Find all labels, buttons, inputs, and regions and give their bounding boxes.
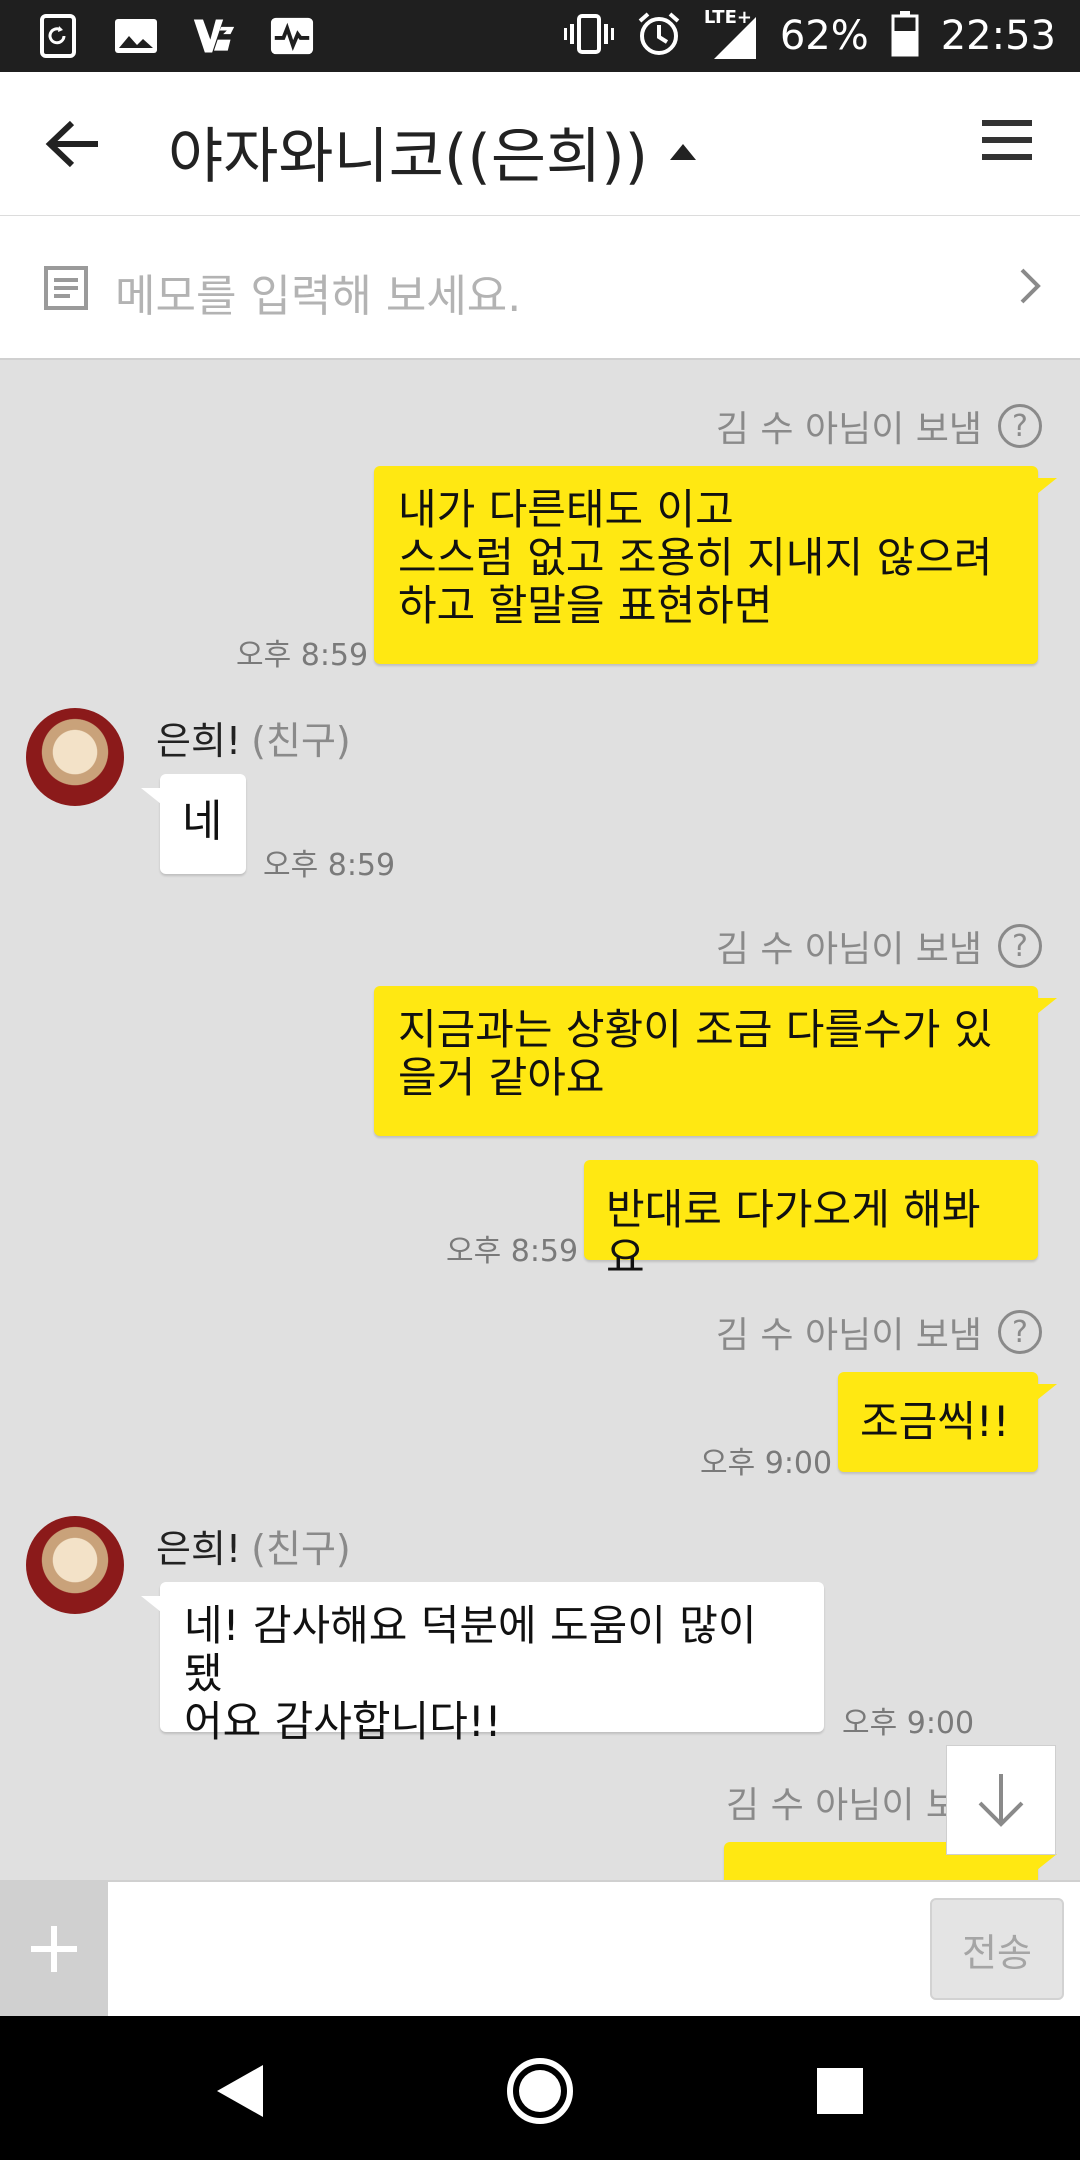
navigation-bar <box>0 2016 1080 2160</box>
chat-header: 야자와니코((은희)) <box>0 72 1080 216</box>
menu-button[interactable] <box>980 116 1040 172</box>
alarm-icon <box>636 11 682 61</box>
help-icon[interactable]: ? <box>998 1310 1042 1354</box>
message-time: 오후 9:00 <box>842 1706 975 1741</box>
status-bar: LTE+ 62% 22:53 <box>0 0 1080 72</box>
friend-avatar[interactable] <box>26 708 124 806</box>
home-circle-icon <box>507 2058 573 2124</box>
sent-message[interactable]: 지금과는 상황이 조금 다를수가 있 을거 같아요 <box>374 986 1038 1136</box>
activity-icon <box>270 14 314 58</box>
message-time: 오후 8:59 <box>446 1234 579 1269</box>
chat-title: 야자와니코((은희)) <box>168 122 649 192</box>
sender-label: 김 수 아님이 보냄 <box>715 409 982 450</box>
friend-name-line: 은희! (친구) <box>156 1518 351 1573</box>
sender-label: 김 수 아님이 보 <box>726 1785 960 1826</box>
message-time: 오후 9:00 <box>700 1446 833 1481</box>
message-input-bar: 전송 <box>0 1880 1080 2016</box>
refresh-app-icon <box>36 14 80 58</box>
back-arrow-icon <box>45 120 98 168</box>
received-message[interactable]: 네! 감사해요 덕분에 도움이 많이 됐 어요 감사합니다!! <box>160 1582 824 1746</box>
chat-area[interactable]: 김 수 아님이 보냄 ? 오후 8:59 내가 다른태도 이고 스스럼 없고 조… <box>0 360 1080 1880</box>
signal-icon: LTE+ <box>704 7 758 61</box>
chevron-right-icon <box>1018 266 1044 310</box>
sent-by-line: 김 수 아님이 보 <box>726 1776 959 1828</box>
square-recents-icon <box>817 2068 863 2114</box>
friend-name: 은희! <box>156 719 242 763</box>
sent-by-line: 김 수 아님이 보냄 ? <box>716 1306 1042 1358</box>
hamburger-icon <box>982 120 1032 160</box>
help-icon[interactable]: ? <box>998 404 1042 448</box>
sent-message[interactable]: 조금씩!! <box>838 1372 1038 1472</box>
message-time: 오후 8:59 <box>236 638 369 673</box>
sent-by-line: 김 수 아님이 보냄 ? <box>716 920 1042 972</box>
sent-message[interactable]: 반대로 다가오게 해봐요 <box>584 1160 1038 1282</box>
friend-name: 은희! <box>156 1527 242 1571</box>
chat-title-button[interactable]: 야자와니코((은희)) <box>168 108 697 195</box>
memo-bar[interactable]: 메모를 입력해 보세요. <box>0 216 1080 360</box>
sender-label: 김 수 아님이 보냄 <box>715 929 982 970</box>
plus-icon <box>31 1926 77 1972</box>
friend-tag: (친구) <box>251 1527 351 1571</box>
vibrate-icon <box>563 12 614 60</box>
send-button[interactable]: 전송 <box>930 1898 1064 2000</box>
received-message[interactable]: 네 <box>160 774 246 874</box>
sender-label: 김 수 아님이 보냄 <box>715 1315 982 1356</box>
scroll-to-bottom-button[interactable] <box>946 1745 1056 1855</box>
image-icon <box>114 14 158 58</box>
friend-tag: (친구) <box>251 719 351 763</box>
help-icon[interactable]: ? <box>998 924 1042 968</box>
arrow-down-icon <box>978 1774 1024 1827</box>
v-app-icon <box>192 14 236 58</box>
nav-recents-button[interactable] <box>805 2056 875 2126</box>
back-button[interactable] <box>44 112 124 176</box>
memo-placeholder: 메모를 입력해 보세요. <box>115 271 522 322</box>
message-time: 오후 8:59 <box>263 848 396 883</box>
friend-avatar[interactable] <box>26 1516 124 1614</box>
attach-button[interactable] <box>0 1882 108 2016</box>
triangle-back-icon <box>217 2065 263 2117</box>
sent-message[interactable]: 내가 다른태도 이고 스스럼 없고 조용히 지내지 않으려 하고 할말을 표현하… <box>374 466 1038 664</box>
friend-name-line: 은희! (친구) <box>156 710 351 765</box>
clock: 22:53 <box>940 13 1056 59</box>
battery-percent: 62% <box>779 13 869 59</box>
battery-icon <box>891 11 919 61</box>
caret-up-icon <box>670 143 697 160</box>
message-input[interactable] <box>120 1898 920 1998</box>
nav-home-button[interactable] <box>505 2056 575 2126</box>
sent-by-line: 김 수 아님이 보냄 ? <box>716 400 1042 452</box>
memo-icon <box>42 264 90 316</box>
nav-back-button[interactable] <box>204 2056 274 2126</box>
